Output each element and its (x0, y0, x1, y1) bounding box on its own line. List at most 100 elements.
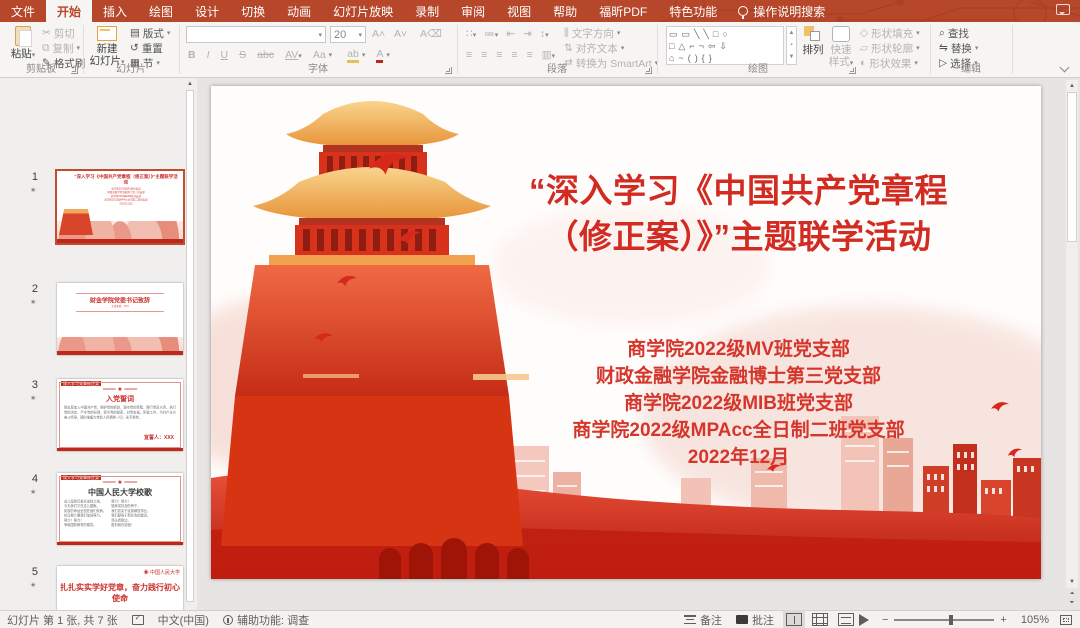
collapse-ribbon-icon[interactable] (1060, 63, 1070, 73)
tab-view[interactable]: 视图 (496, 0, 542, 22)
normal-view-button[interactable] (786, 613, 802, 626)
reset-button[interactable]: ↺ 重置 (130, 41, 163, 55)
scrollbar-thumb[interactable] (186, 90, 194, 602)
accessibility-indicator[interactable]: 辅助功能: 调查 (216, 612, 316, 628)
group-drawing: ▭▭╲╲□○ □△⌐¬⇦⇩ ⌂~(){} ▲▪▼ 排列 快速样式▾ 绘图 (658, 22, 858, 77)
mini-ground (57, 239, 183, 243)
status-bar: 幻灯片 第 1 张, 共 7 张 中文(中国) 辅助功能: 调查 备注 批注 −… (0, 610, 1080, 628)
find-button[interactable]: ⌕ 查找 (939, 26, 969, 40)
scrollbar-thumb[interactable] (1067, 92, 1077, 242)
tab-review[interactable]: 审阅 (450, 0, 496, 22)
tab-foxit-pdf[interactable]: 福昕PDF (588, 0, 658, 22)
arrange-button[interactable]: 排列 (800, 25, 826, 65)
ribbon-tabs: 文件 开始 插入 绘图 设计 切换 动画 幻灯片放映 录制 审阅 视图 帮助 福… (0, 0, 728, 22)
scroll-up-icon[interactable]: ▲ (1067, 81, 1077, 91)
tab-slideshow[interactable]: 幻灯片放映 (322, 0, 404, 22)
group-editing: ⌕ 查找 ⇋ 替换 ▾ ▷ 选择 ▾ 编辑 (931, 22, 1011, 77)
search-label: 操作说明搜索 (753, 3, 825, 20)
slide-illustration (211, 86, 1041, 579)
zoom-out-button[interactable]: − (875, 614, 888, 626)
drawing-dialog-launcher-icon[interactable] (849, 67, 856, 74)
layout-button[interactable]: ▤ 版式 ▾ (130, 26, 170, 40)
tab-design[interactable]: 设计 (184, 0, 230, 22)
font-name-combo[interactable]: ▾ (186, 26, 326, 43)
align-text-button[interactable]: ⇅ 对齐文本 ▾ (564, 41, 624, 55)
notes-button[interactable]: 备注 (677, 612, 729, 628)
text-direction-button[interactable]: ⫼ 文字方向 ▾ (564, 26, 620, 40)
group-clipboard: 粘贴▾ ✂ 剪切 ⧉ 复制 ▾ ✎ 格式刷 剪贴板 (0, 22, 82, 77)
numbering-button[interactable]: ≔▾ (484, 28, 498, 40)
new-slide-button[interactable]: 新建 幻灯片▾ (88, 25, 126, 65)
slide-number: 2 (22, 283, 38, 295)
quick-styles-button[interactable]: 快速样式▾ (826, 25, 856, 65)
bullets-button[interactable]: ∷▾ (466, 28, 476, 40)
language-indicator[interactable]: 中文(中国) (151, 612, 216, 628)
reading-view-button[interactable] (838, 613, 854, 626)
slide-scrollbar[interactable]: ▲ ▼ (1066, 80, 1078, 588)
slide-sorter-view-button[interactable] (812, 613, 828, 626)
slide-number: 3 (22, 379, 38, 391)
shape-effects-button[interactable]: ◐ 形状效果 ▾ (860, 56, 918, 70)
thumbnail-scrollbar[interactable]: ▲ (185, 78, 195, 610)
shrink-font-button[interactable]: A˅ (394, 27, 407, 41)
clipboard-dialog-launcher-icon[interactable] (71, 67, 78, 74)
slide-title[interactable]: “深入学习《中国共产党章程 （修正案）》”主题联学活动 (446, 168, 1031, 259)
decrease-indent-button[interactable]: ⇤ (506, 28, 515, 40)
zoom-in-button[interactable]: + (1000, 614, 1013, 626)
comments-button[interactable]: 批注 (729, 612, 781, 628)
scroll-down-icon[interactable]: ▼ (1067, 577, 1077, 587)
thumbnail-slide-4[interactable]: 深入学习党章修正案 ═══ ★ ═══ 中国人民大学校歌 这儿是我们祖先发祥之地… (57, 473, 183, 545)
tab-insert[interactable]: 插入 (92, 0, 138, 22)
tab-animations[interactable]: 动画 (276, 0, 322, 22)
tab-help[interactable]: 帮助 (542, 0, 588, 22)
new-slide-icon (97, 26, 117, 41)
paste-button[interactable]: 粘贴▾ (4, 25, 42, 65)
tab-record[interactable]: 录制 (404, 0, 450, 22)
mini-ground (57, 542, 183, 545)
cut-button[interactable]: ✂ 剪切 (42, 26, 75, 40)
zoom-level[interactable]: 105% (1014, 614, 1056, 626)
current-slide[interactable]: “深入学习《中国共产党章程 （修正案）》”主题联学活动 商学院2022级MV班党… (211, 86, 1041, 579)
copy-button[interactable]: ⧉ 复制 ▾ (42, 41, 80, 55)
thumbnail-slide-3[interactable]: 深入学习党章修正案 ═══ ★ ═══ 入党誓词 我志愿加入中国共产党，拥护党的… (57, 379, 183, 451)
replace-button[interactable]: ⇋ 替换 ▾ (939, 41, 978, 55)
slide-canvas[interactable]: “深入学习《中国共产党章程 （修正案）》”主题联学活动 商学院2022级MV班党… (197, 78, 1080, 610)
zoom-slider-knob[interactable] (949, 615, 953, 625)
comments-icon (736, 615, 748, 624)
slideshow-view-button[interactable] (859, 614, 875, 626)
tab-special-features[interactable]: 特色功能 (658, 0, 728, 22)
tell-me-search[interactable]: 操作说明搜索 (728, 0, 835, 22)
tab-transitions[interactable]: 切换 (230, 0, 276, 22)
increase-indent-button[interactable]: ⇥ (523, 28, 532, 40)
thumbnail-slide-2[interactable]: 财金学院党委书记致辞 主讲老师：XXX (57, 283, 183, 355)
grow-font-button[interactable]: A˄ (372, 27, 385, 41)
ruc-logo: ◉ 中国人民大学 (144, 569, 180, 576)
line-spacing-button[interactable]: ↕▾ (540, 28, 549, 40)
shape-outline-button[interactable]: ▱ 形状轮廓 ▾ (860, 41, 920, 55)
slide-thumbnail-panel: 1 ★ “深入学习《中国共产党章程（修正案）》”主题联学活动 商学院2022级M… (0, 78, 197, 610)
scroll-up-icon[interactable]: ▲ (185, 79, 195, 89)
font-dialog-launcher-icon[interactable] (445, 67, 452, 74)
quick-styles-icon (832, 26, 850, 42)
accessibility-icon (223, 615, 233, 625)
comments-chat-icon[interactable] (1056, 4, 1070, 15)
paragraph-dialog-launcher-icon[interactable] (645, 67, 652, 74)
tab-file[interactable]: 文件 (0, 0, 46, 22)
zoom-slider[interactable] (894, 619, 994, 621)
title-bar: 文件 开始 插入 绘图 设计 切换 动画 幻灯片放映 录制 审阅 视图 帮助 福… (0, 0, 1080, 22)
spellcheck-button[interactable] (125, 615, 151, 625)
arrange-icon (804, 26, 822, 42)
shape-fill-button[interactable]: ◇ 形状填充 ▾ (860, 26, 920, 40)
slide-subtitle[interactable]: 商学院2022级MV班党支部 财政金融学院金融博士第三党支部 商学院2022级M… (446, 336, 1031, 471)
tab-draw[interactable]: 绘图 (138, 0, 184, 22)
animation-star-icon: ★ (30, 581, 36, 589)
previous-slide-icon[interactable]: ⏶⏷ (1066, 590, 1078, 608)
mini-ground (57, 448, 183, 451)
fit-slide-to-window-icon[interactable] (1060, 615, 1072, 625)
thumbnail-slide-1[interactable]: “深入学习《中国共产党章程（修正案）》”主题联学活动 商学院2022级MV班党支… (57, 171, 183, 243)
group-label: 剪贴板 (0, 60, 82, 75)
mini-tiananmen (59, 209, 93, 235)
tab-home[interactable]: 开始 (46, 0, 92, 22)
clear-formatting-button[interactable]: A⌫ (420, 27, 442, 41)
font-size-combo[interactable]: 20▾ (330, 26, 366, 43)
